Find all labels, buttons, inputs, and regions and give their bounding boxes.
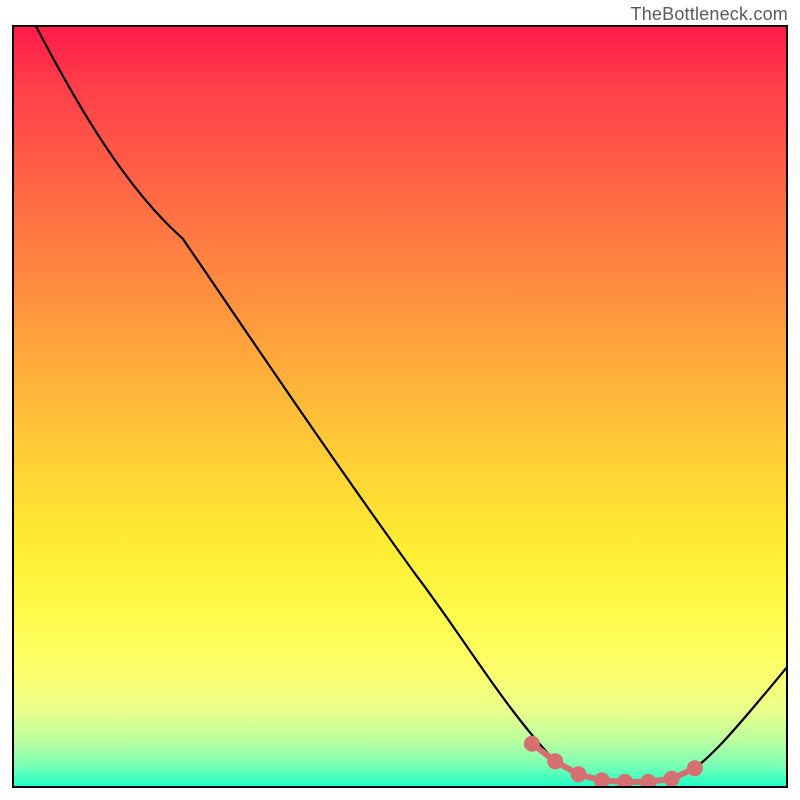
plot-gradient-background xyxy=(12,25,788,788)
chart-container: TheBottleneck.com xyxy=(0,0,800,800)
watermark-text: TheBottleneck.com xyxy=(631,4,788,25)
